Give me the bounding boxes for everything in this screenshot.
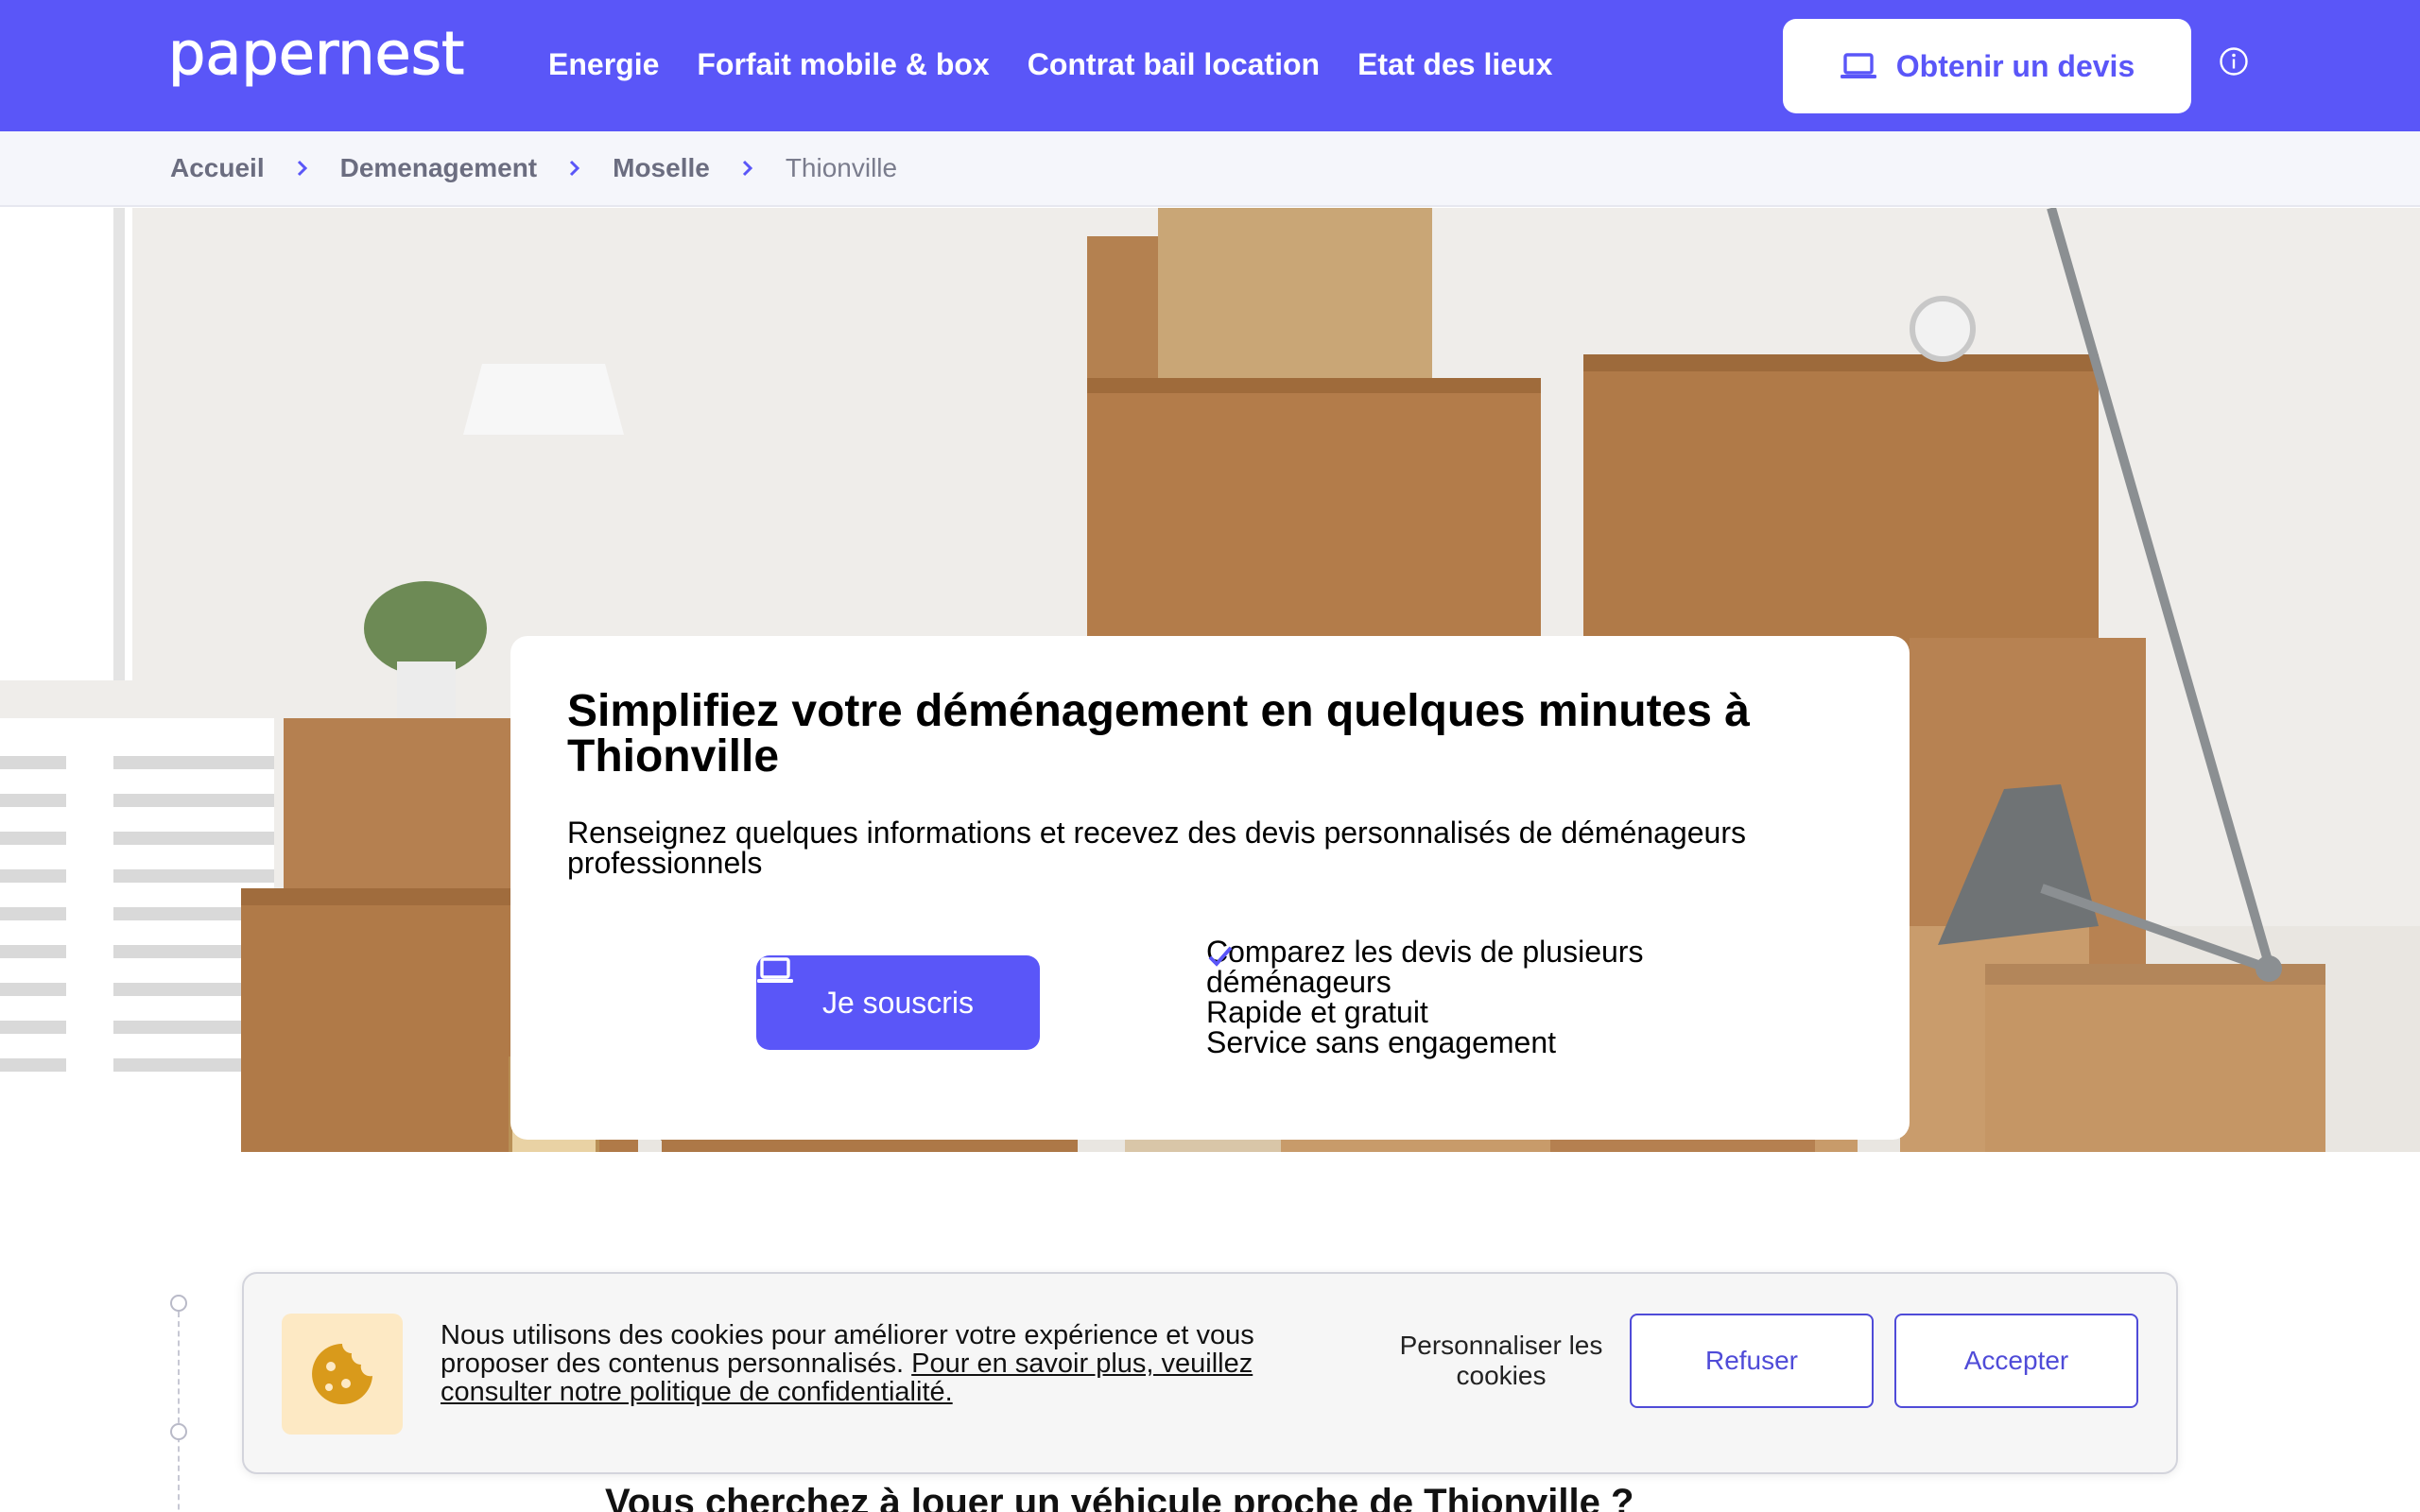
timeline-dot: [170, 1295, 187, 1312]
hero-card: Simplifiez votre déménagement en quelque…: [510, 636, 1910, 1140]
cookie-icon: [312, 1344, 372, 1404]
info-icon[interactable]: [2219, 46, 2249, 77]
nav-item-energie[interactable]: Energie: [548, 47, 659, 82]
nav-item-forfait-mobile-box[interactable]: Forfait mobile & box: [697, 47, 989, 82]
feature-item: Rapide et gratuit: [1206, 946, 1736, 1029]
nav-item-etat-des-lieux[interactable]: Etat des lieux: [1357, 47, 1552, 82]
subscribe-button[interactable]: Je souscris: [756, 955, 1040, 1050]
main-nav: Energie Forfait mobile & box Contrat bai…: [548, 0, 1552, 129]
top-navbar: papernest Energie Forfait mobile & box C…: [0, 0, 2420, 131]
get-quote-label: Obtenir un devis: [1895, 48, 2135, 83]
laptop-icon: [757, 957, 793, 983]
section-title: Vous cherchez à louer un véhicule proche…: [605, 1482, 1634, 1512]
hero-subtitle: Renseignez quelques informations et rece…: [567, 816, 1746, 880]
feature-list: Comparez les devis de plusieurs déménage…: [1206, 936, 1736, 1057]
hero-title: Simplifiez votre déménagement en quelque…: [567, 686, 1750, 782]
breadcrumb-accueil[interactable]: Accueil: [170, 153, 265, 183]
feature-text: Rapide et gratuit: [1206, 995, 1428, 1029]
cookie-icon-box: [282, 1314, 403, 1435]
check-icon: [1208, 946, 1233, 967]
subscribe-label: Je souscris: [821, 985, 975, 1020]
hero-section: Simplifiez votre déménagement en quelque…: [0, 208, 2420, 1152]
breadcrumb-moselle[interactable]: Moselle: [613, 153, 710, 183]
refuse-cookies-button[interactable]: Refuser: [1630, 1314, 1874, 1408]
breadcrumb: Accueil Demenagement Moselle Thionville: [0, 131, 2420, 207]
breadcrumb-demenagement[interactable]: Demenagement: [340, 153, 538, 183]
svg-text:papernest: papernest: [168, 25, 464, 88]
cookie-text: Nous utilisons des cookies pour améliore…: [441, 1321, 1320, 1406]
feature-item: Service sans engagement: [1206, 946, 1736, 1059]
timeline-dot: [170, 1423, 187, 1440]
feature-text: Comparez les devis de plusieurs déménage…: [1206, 935, 1644, 999]
breadcrumb-thionville: Thionville: [785, 153, 898, 182]
timeline-line: [178, 1312, 180, 1512]
personalize-cookies-button[interactable]: Personnaliser les cookies: [1388, 1331, 1615, 1391]
chevron-right-icon: [742, 160, 752, 177]
nav-item-contrat-bail-location[interactable]: Contrat bail location: [1028, 47, 1320, 82]
chevron-right-icon: [297, 160, 307, 177]
accept-cookies-button[interactable]: Accepter: [1894, 1314, 2138, 1408]
feature-item: Comparez les devis de plusieurs déménage…: [1206, 936, 1736, 997]
cookie-banner: Nous utilisons des cookies pour améliore…: [242, 1272, 2178, 1474]
get-quote-button[interactable]: Obtenir un devis: [1783, 19, 2191, 113]
feature-text: Service sans engagement: [1206, 1025, 1556, 1059]
chevron-right-icon: [570, 160, 580, 177]
laptop-icon: [1840, 53, 1876, 78]
papernest-logo[interactable]: papernest: [168, 25, 512, 96]
